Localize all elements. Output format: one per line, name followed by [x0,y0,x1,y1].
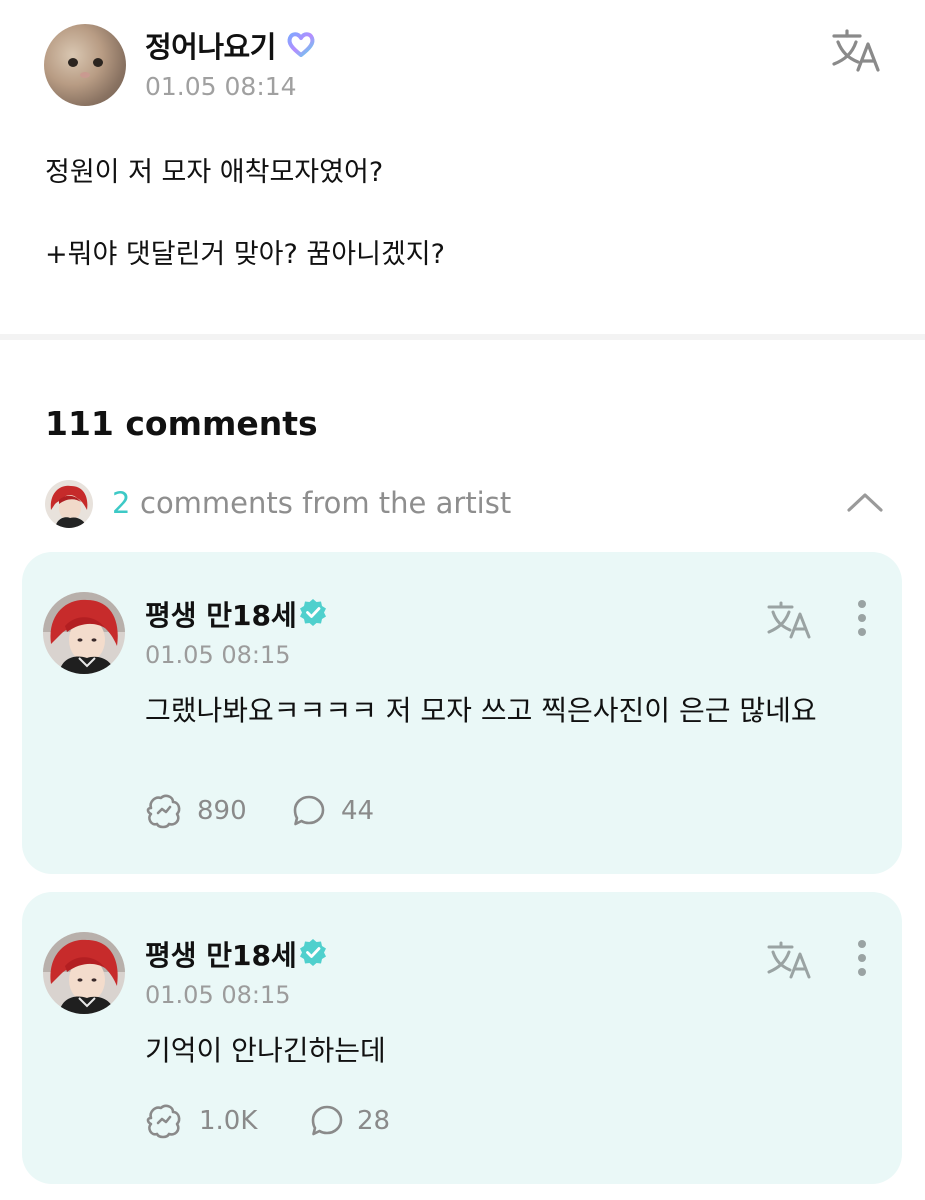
commenter-name[interactable]: 평생 만18세 [145,594,297,634]
more-vertical-icon[interactable] [854,940,870,980]
comments-count: 111 comments [45,404,318,443]
like-count: 1.0K [199,1106,258,1136]
commenter-avatar[interactable] [43,592,125,674]
post-text-line: +뭐야 댓달린거 맞아? 꿈아니겠지? [45,239,445,270]
post-text-line: 정원이 저 모자 애착모자였어? [45,157,384,188]
translate-icon[interactable] [766,600,812,640]
more-vertical-icon[interactable] [854,600,870,640]
verified-badge-icon [300,939,326,966]
artist-comment-count: 2 [112,486,131,520]
post: 정어나요기 01.05 08:14 정원이 저 모자 애착모자였어? +뭐야 댓… [0,0,925,336]
like-icon [146,1104,181,1139]
verified-badge-icon [300,599,326,626]
artist-avatar [45,480,93,528]
comment-text: 기억이 안나긴하는데 [145,1034,386,1067]
artist-comment-card: 평생 만18세 01.05 08:15 기억이 안나긴하는데 1.0K 28 [22,892,902,1184]
like-icon [146,794,181,829]
comment-timestamp: 01.05 08:15 [145,641,291,669]
reply-icon [311,1105,343,1136]
artist-comments-label: comments from the artist [140,486,512,520]
artist-comment-card: 평생 만18세 01.05 08:15 그랬나봐요ㅋㅋㅋㅋ 저 모자 쓰고 찍은… [22,552,902,874]
reply-icon [293,795,325,826]
like-count: 890 [197,796,247,826]
translate-icon[interactable] [830,28,882,74]
post-author-name[interactable]: 정어나요기 [145,24,276,66]
section-divider [0,334,925,340]
reply-count: 28 [357,1106,391,1136]
avatar-eye [93,58,103,67]
comment-timestamp: 01.05 08:15 [145,981,291,1009]
commenter-avatar[interactable] [43,932,125,1014]
chevron-up-icon[interactable] [846,488,884,516]
author-avatar[interactable] [44,24,126,106]
comment-text: 그랬나봐요ㅋㅋㅋㅋ 저 모자 쓰고 찍은사진이 은근 많네요 [145,694,817,727]
post-timestamp: 01.05 08:14 [145,72,297,101]
avatar-nose [80,72,90,78]
avatar-eye [68,58,78,67]
heart-badge-icon [287,32,315,57]
translate-icon[interactable] [766,940,812,980]
reply-count: 44 [341,796,375,826]
artist-comments-toggle[interactable]: 2 comments from the artist [0,474,925,534]
commenter-name[interactable]: 평생 만18세 [145,934,297,974]
